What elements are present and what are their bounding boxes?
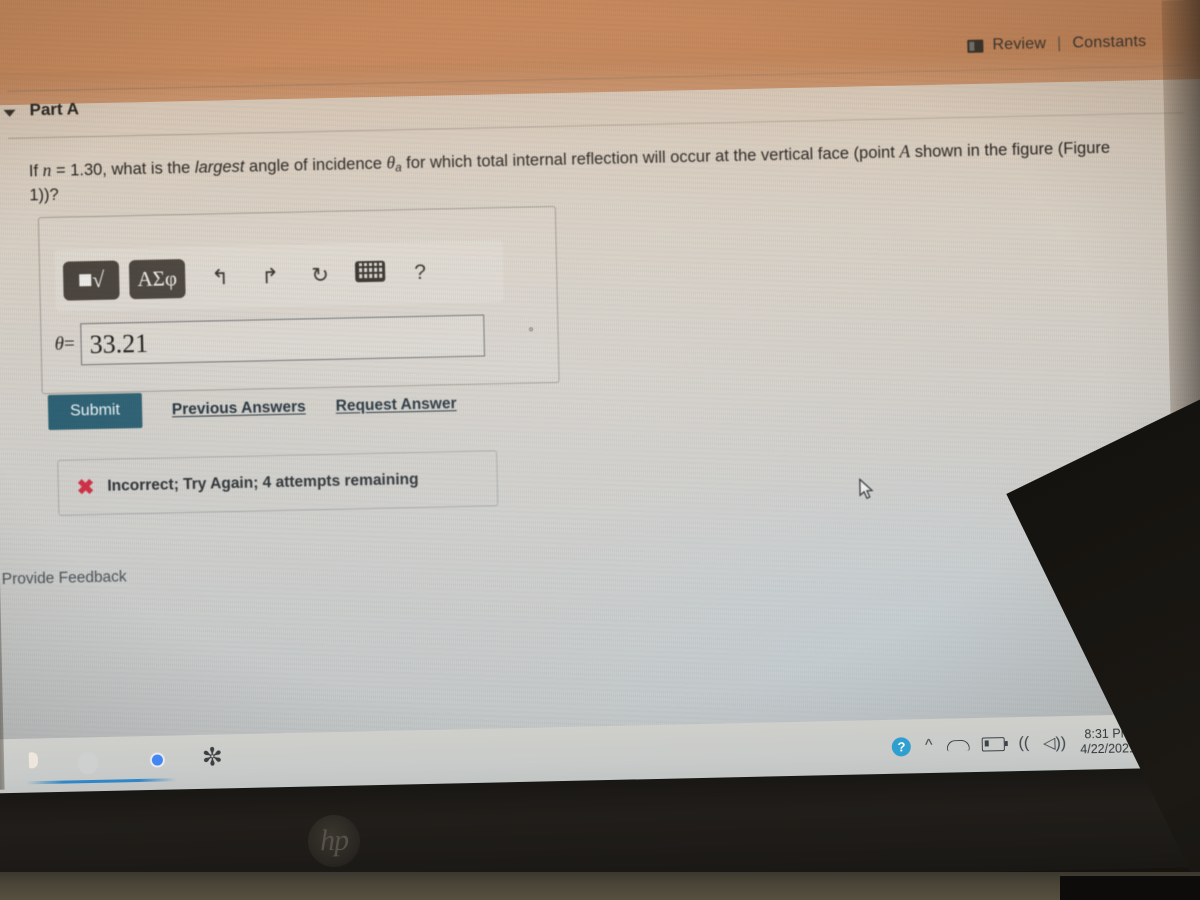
bookmark-icon xyxy=(967,39,984,53)
question-equals-value: = 1.30, what is the xyxy=(51,158,196,180)
redo-arrow-icon[interactable]: ↱ xyxy=(245,263,296,289)
desk-surface xyxy=(0,872,1200,900)
battery-icon[interactable] xyxy=(981,737,1005,752)
question-emphasis: largest xyxy=(194,157,245,177)
taskbar-app-icons: ✼ xyxy=(22,743,227,777)
feedback-message: Incorrect; Try Again; 4 attempts remaini… xyxy=(107,470,419,495)
reset-refresh-icon[interactable]: ↻ xyxy=(295,262,346,288)
help-circle-icon[interactable]: ? xyxy=(891,736,912,757)
nth-root-template-icon[interactable]: √ xyxy=(62,259,120,301)
keyboard-icon[interactable] xyxy=(345,260,396,288)
previous-answers-link[interactable]: Previous Answers xyxy=(172,398,306,419)
help-question-icon[interactable]: ? xyxy=(395,260,446,285)
photo-of-laptop-screen: Review | Constants Part A If n = 1.30, w… xyxy=(0,0,1200,900)
submit-button[interactable]: Submit xyxy=(47,392,143,431)
office-icon[interactable] xyxy=(22,747,53,778)
constants-link[interactable]: Constants xyxy=(1072,33,1146,53)
wifi-icon[interactable]: (( xyxy=(1018,735,1029,753)
review-link[interactable]: Review xyxy=(992,35,1046,54)
math-toolbar: √ ΑΣφ ↰ ↱ ↻ ? xyxy=(54,240,504,312)
answer-actions: Submit Previous Answers Request Answer xyxy=(47,386,457,431)
question-line2: 1))? xyxy=(29,186,59,205)
answer-label: θ= xyxy=(54,333,75,355)
feedback-banner: ✖ Incorrect; Try Again; 4 attempts remai… xyxy=(57,450,499,516)
request-answer-link[interactable]: Request Answer xyxy=(336,395,457,416)
question-prefix: If xyxy=(28,162,43,181)
header-divider-bottom xyxy=(8,112,1184,139)
caret-down-icon[interactable] xyxy=(3,109,16,117)
page-title: Part A xyxy=(29,99,80,120)
running-app-indicator xyxy=(26,778,177,785)
greek-symbols-icon[interactable]: ΑΣφ xyxy=(128,258,186,299)
question-mid: angle of incidence xyxy=(244,154,387,176)
template-box xyxy=(79,274,92,287)
question-after-theta: for which total internal reflection will… xyxy=(401,143,900,173)
chrome-icon[interactable] xyxy=(142,744,173,775)
answer-input[interactable]: 33.21 xyxy=(80,314,486,366)
volume-icon[interactable]: ◁)) xyxy=(1043,733,1066,753)
header-divider-top xyxy=(7,65,1183,92)
variable-n: n xyxy=(42,159,52,181)
incorrect-x-icon: ✖ xyxy=(76,475,95,499)
question-text: If n = 1.30, what is the largest angle o… xyxy=(29,133,1200,208)
settings-gear-icon[interactable]: ✼ xyxy=(202,743,227,771)
answer-unit: ° xyxy=(528,324,534,340)
cloud-icon[interactable] xyxy=(946,739,967,751)
undo-arrow-icon[interactable]: ↰ xyxy=(195,264,246,290)
chevron-up-icon[interactable]: ^ xyxy=(925,737,933,755)
mouse-pointer xyxy=(859,478,874,500)
edge-icon[interactable] xyxy=(82,746,113,777)
mastering-physics-page: Review | Constants Part A If n = 1.30, w… xyxy=(0,0,1200,803)
desk-dark-corner xyxy=(1060,876,1200,900)
question-tail: shown in the figure (Figure xyxy=(909,138,1111,162)
review-constants-header: Review | Constants xyxy=(967,33,1146,55)
provide-feedback-link[interactable]: Provide Feedback xyxy=(2,568,127,589)
root-glyph: √ xyxy=(91,266,104,293)
header-separator: | xyxy=(1056,34,1062,52)
